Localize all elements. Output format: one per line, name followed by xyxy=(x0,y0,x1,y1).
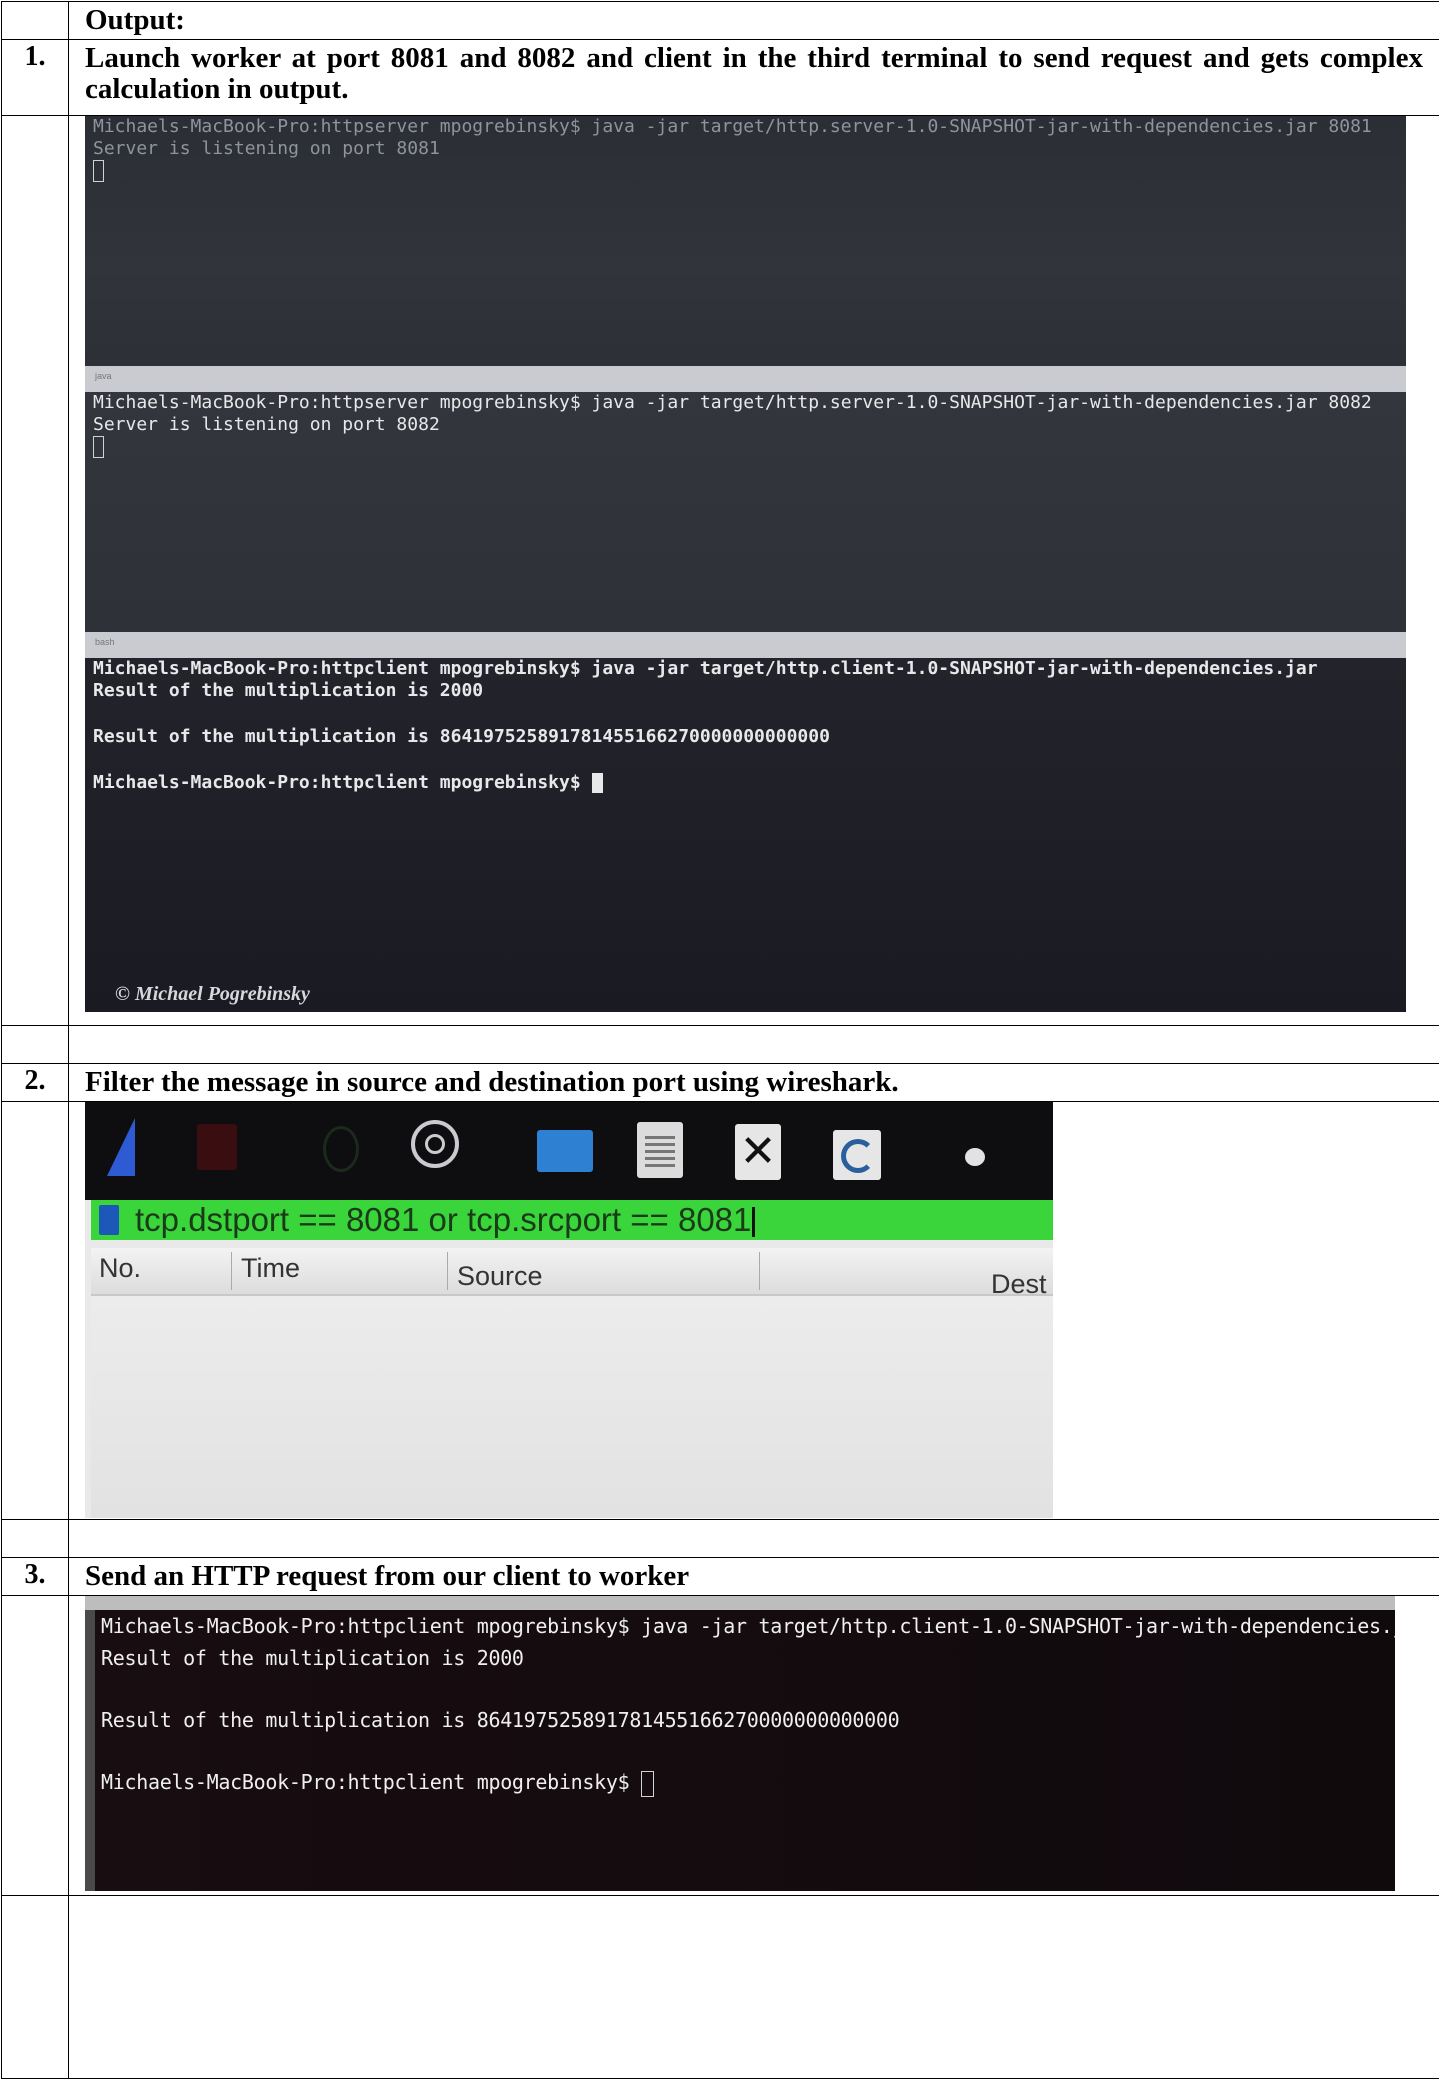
packet-list-header: No. Time Source Dest xyxy=(91,1248,1053,1299)
terminal-prompt: Michaels-MacBook-Pro:httpclient mpogrebi… xyxy=(101,1770,642,1794)
column-header-source[interactable]: Source xyxy=(457,1256,543,1296)
terminal-pane-port-8082: Michaels-MacBook-Pro:httpserver mpogrebi… xyxy=(85,392,1406,632)
section-1-number: 1. xyxy=(1,39,69,116)
dot-icon xyxy=(965,1148,985,1166)
terminal-result-line: Result of the multiplication is 2000 xyxy=(93,680,484,701)
section-3-screenshot-row: Michaels-MacBook-Pro:httpclient mpogrebi… xyxy=(1,1595,1439,1896)
output-table: Output: 1. Launch worker at port 8081 an… xyxy=(1,1,1439,2079)
terminal-screenshot-1: Michaels-MacBook-Pro:httpserver mpogrebi… xyxy=(85,116,1406,1012)
folder-icon[interactable] xyxy=(537,1130,593,1172)
column-header-no[interactable]: No. xyxy=(99,1248,141,1288)
terminal-result-line: Result of the multiplication is 86419752… xyxy=(101,1708,900,1732)
stop-icon[interactable] xyxy=(197,1124,237,1170)
terminal-result-line: Result of the multiplication is 86419752… xyxy=(93,726,830,747)
terminal-command-line: Michaels-MacBook-Pro:httpserver mpogrebi… xyxy=(93,116,1372,137)
wireshark-screenshot: ✕ tcp.dstport == 8081 or tcp.srcport == … xyxy=(85,1102,1053,1518)
restart-icon[interactable] xyxy=(323,1126,359,1172)
terminal-tab-label: java xyxy=(95,371,112,381)
close-file-icon[interactable]: ✕ xyxy=(735,1124,781,1180)
section-1-screenshot-cell: Michaels-MacBook-Pro:httpserver mpogrebi… xyxy=(68,115,1439,1026)
watermark: © Michael Pogrebinsky xyxy=(115,983,310,1005)
reload-icon[interactable] xyxy=(833,1130,881,1180)
file-icon[interactable] xyxy=(637,1122,683,1178)
gear-icon[interactable] xyxy=(411,1120,459,1168)
section-3-title-row: 3. Send an HTTP request from our client … xyxy=(1,1557,1439,1596)
text-caret xyxy=(752,1207,756,1238)
spacer-row xyxy=(1,1519,1439,1558)
cursor-icon xyxy=(93,436,104,458)
header-row: Output: xyxy=(1,1,1439,40)
section-3-number: 3. xyxy=(1,1557,69,1596)
terminal-cursor-line xyxy=(85,160,1406,182)
terminal-pane-client: Michaels-MacBook-Pro:httpclient mpogrebi… xyxy=(85,658,1406,1012)
section-2-description: Filter the message in source and destina… xyxy=(68,1063,1439,1102)
cursor-icon xyxy=(641,1770,655,1797)
cursor-icon xyxy=(93,160,104,182)
terminal-prompt-line: Michaels-MacBook-Pro:httpclient mpogrebi… xyxy=(95,1766,1395,1798)
bookmark-icon[interactable] xyxy=(99,1205,119,1235)
wireshark-toolbar: ✕ xyxy=(85,1102,1053,1200)
header-number-cell xyxy=(1,1,69,40)
section-1-screenshot-row: Michaels-MacBook-Pro:httpserver mpogrebi… xyxy=(1,115,1439,1026)
section-2-title-row: 2. Filter the message in source and dest… xyxy=(1,1063,1439,1102)
section-2-screenshot-cell: ✕ tcp.dstport == 8081 or tcp.srcport == … xyxy=(68,1101,1439,1520)
terminal-tab-bash[interactable]: bash xyxy=(85,632,1406,658)
empty-trailing-row xyxy=(1,1895,1439,2079)
cursor-icon xyxy=(591,773,603,793)
terminal-title-strip xyxy=(85,1596,1395,1610)
section-1-title-row: 1. Launch worker at port 8081 and 8082 a… xyxy=(1,39,1439,116)
section-2-empty-cell xyxy=(1,1101,69,1520)
terminal-command-line: Michaels-MacBook-Pro:httpclient mpogrebi… xyxy=(93,658,1318,679)
section-1-empty-cell xyxy=(1,115,69,1026)
section-2-number: 2. xyxy=(1,1063,69,1102)
terminal-output-line: Server is listening on port 8081 xyxy=(93,138,440,159)
column-header-time[interactable]: Time xyxy=(241,1248,300,1288)
terminal-prompt-line: Michaels-MacBook-Pro:httpclient mpogrebi… xyxy=(85,772,1406,794)
display-filter-bar[interactable]: tcp.dstport == 8081 or tcp.srcport == 80… xyxy=(91,1200,1053,1240)
section-3-screenshot-cell: Michaels-MacBook-Pro:httpclient mpogrebi… xyxy=(68,1595,1439,1896)
packet-list[interactable] xyxy=(91,1296,1053,1518)
section-3-description: Send an HTTP request from our client to … xyxy=(68,1557,1439,1596)
terminal-screenshot-2: Michaels-MacBook-Pro:httpclient mpogrebi… xyxy=(85,1596,1395,1891)
terminal-output-line: Server is listening on port 8082 xyxy=(93,414,440,435)
spacer-row xyxy=(1,1025,1439,1064)
header-label: Output: xyxy=(68,1,1439,40)
terminal-result-line: Result of the multiplication is 2000 xyxy=(101,1646,524,1670)
section-2-screenshot-row: ✕ tcp.dstport == 8081 or tcp.srcport == … xyxy=(1,1101,1439,1520)
section-1-description: Launch worker at port 8081 and 8082 and … xyxy=(68,39,1439,116)
terminal-command-line: Michaels-MacBook-Pro:httpclient mpogrebi… xyxy=(101,1614,1395,1638)
terminal-command-line: Michaels-MacBook-Pro:httpserver mpogrebi… xyxy=(93,392,1372,413)
shark-fin-icon[interactable] xyxy=(107,1118,135,1176)
terminal-prompt: Michaels-MacBook-Pro:httpclient mpogrebi… xyxy=(93,772,592,793)
terminal-tab-label: bash xyxy=(95,637,115,647)
terminal-pane-port-8081: Michaels-MacBook-Pro:httpserver mpogrebi… xyxy=(85,116,1406,366)
terminal-cursor-line xyxy=(85,436,1406,458)
section-3-empty-cell xyxy=(1,1595,69,1896)
display-filter-input[interactable]: tcp.dstport == 8081 or tcp.srcport == 80… xyxy=(135,1200,756,1240)
terminal-tab-java[interactable]: java xyxy=(85,366,1406,392)
terminal-client-output: Michaels-MacBook-Pro:httpclient mpogrebi… xyxy=(95,1610,1395,1891)
